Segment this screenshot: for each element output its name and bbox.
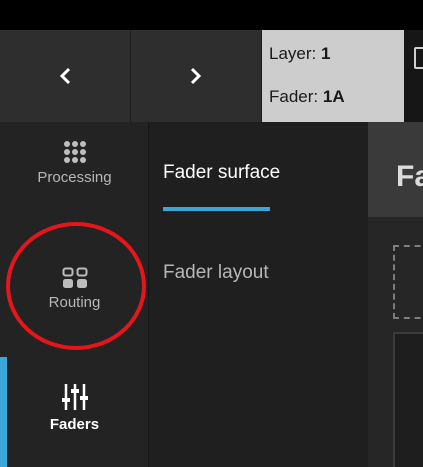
sidebar-item-label: Faders — [49, 416, 100, 433]
sub-navigation: Fader surface Fader layout — [149, 122, 368, 467]
navigation-bar: Layer: 1 Fader: 1A — [0, 30, 423, 122]
layer-value: 1 — [320, 44, 331, 63]
page-title: Fa — [396, 160, 423, 193]
layer-label: Layer: — [269, 44, 317, 63]
panel-icon[interactable] — [414, 47, 423, 69]
chevron-left-icon — [59, 67, 71, 85]
app-window: Layer: 1 Fader: 1A Processing Routing Fa… — [0, 0, 423, 467]
drop-zone[interactable] — [393, 245, 423, 319]
content-panel — [393, 332, 423, 467]
sidebar-item-processing[interactable]: Processing — [0, 140, 149, 186]
layer-info: Layer: 1 — [269, 44, 330, 64]
fader-value: 1A — [322, 87, 345, 106]
sidebar-item-faders[interactable]: Faders — [0, 383, 149, 433]
main-panel: Fa — [368, 122, 423, 467]
top-strip — [0, 0, 423, 30]
fader-label: Fader: — [269, 87, 319, 106]
icon-sidebar: Processing Routing Faders — [0, 122, 149, 467]
layer-fader-info: Layer: 1 Fader: 1A — [262, 30, 404, 122]
main-header: Fa — [368, 122, 423, 217]
sidebar-item-label: Routing — [48, 294, 101, 311]
subnav-item-fader-layout[interactable]: Fader layout — [163, 262, 269, 284]
routing-icon — [62, 267, 87, 288]
faders-icon — [61, 384, 88, 410]
sidebar-item-routing[interactable]: Routing — [0, 267, 149, 311]
sidebar-item-label: Processing — [37, 169, 112, 186]
back-button[interactable] — [0, 30, 131, 122]
forward-button[interactable] — [131, 30, 262, 122]
grid-dots-icon — [63, 141, 86, 163]
fader-info: Fader: 1A — [269, 87, 345, 107]
chevron-right-icon — [190, 67, 202, 85]
header-right-area — [404, 30, 423, 122]
subnav-item-fader-surface[interactable]: Fader surface — [163, 162, 280, 184]
selected-underline — [163, 207, 270, 211]
